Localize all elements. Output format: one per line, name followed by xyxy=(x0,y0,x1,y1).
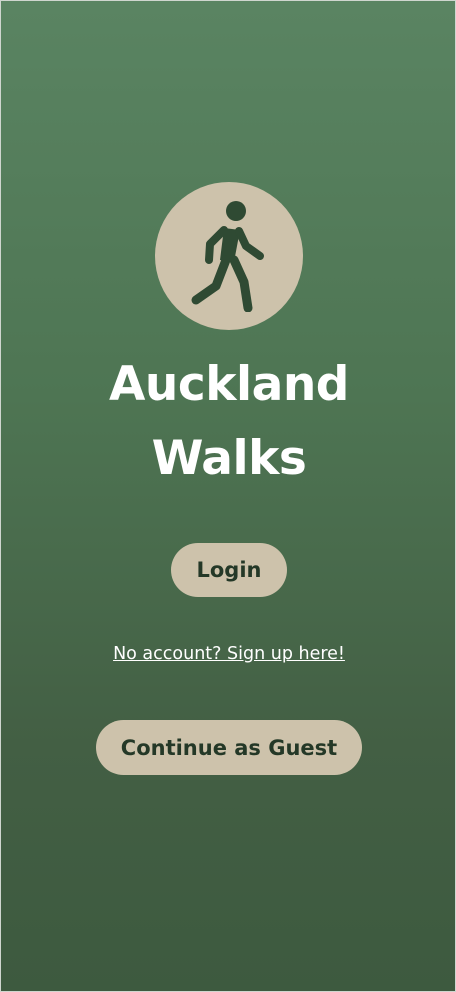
login-button[interactable]: Login xyxy=(171,543,287,597)
person-walking-icon xyxy=(191,201,264,312)
continue-as-guest-button[interactable]: Continue as Guest xyxy=(96,720,362,775)
landing-screen: Auckland Walks Login No account? Sign up… xyxy=(0,0,456,992)
app-logo xyxy=(155,182,303,330)
app-title-line-1: Auckland xyxy=(109,357,349,412)
app-title-line-2: Walks xyxy=(151,431,307,486)
signup-link[interactable]: No account? Sign up here! xyxy=(1,644,456,664)
